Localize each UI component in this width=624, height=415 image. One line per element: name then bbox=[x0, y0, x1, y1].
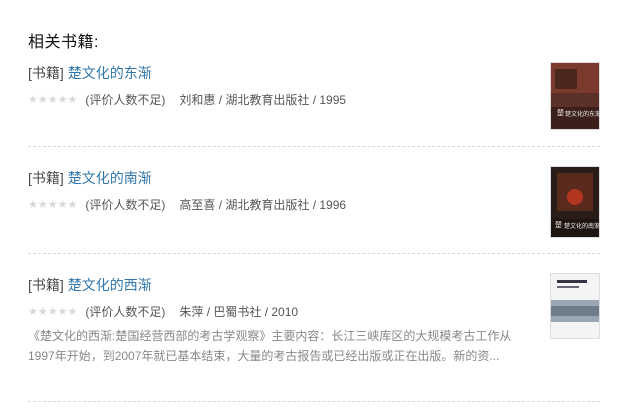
book-title-line: [书籍] 楚文化的南渐 bbox=[28, 169, 600, 187]
book-meta: ★ ★ ★ ★ ★ (评价人数不足) 高至喜 / 湖北教育出版社 / 1996 bbox=[28, 197, 600, 213]
divider bbox=[28, 253, 600, 254]
book-tag: [书籍] bbox=[28, 277, 64, 293]
book-cover-image[interactable] bbox=[550, 273, 600, 339]
book-cover-image[interactable]: 楚 楚文化的东渐 bbox=[550, 62, 600, 130]
book-item: [书籍] 楚文化的西渐 ★ ★ ★ ★ ★ (评价人数不足) 朱萍 / 巴蜀书社 / 20… bbox=[28, 276, 600, 366]
star-icon: ★ bbox=[67, 94, 78, 106]
rating-stars: ★ ★ ★ ★ ★ bbox=[28, 199, 77, 211]
divider bbox=[28, 146, 600, 147]
cover-art bbox=[551, 274, 599, 338]
book-item: [书籍] 楚文化的东渐 ★ ★ ★ ★ ★ (评价人数不足) 刘和惠 / 湖北教育出版社 … bbox=[28, 64, 600, 108]
star-icon: ★ bbox=[37, 306, 48, 318]
book-title-link[interactable]: 楚文化的南渐 bbox=[68, 170, 152, 186]
book-cover-image[interactable]: 楚 楚文化的南渐 bbox=[550, 166, 600, 238]
book-title-link[interactable]: 楚文化的东渐 bbox=[68, 65, 152, 81]
book-abstract: 《楚文化的西渐:楚国经营西部的考古学观察》主要内容：长江三峡库区的大规模考古工作… bbox=[28, 329, 512, 363]
star-icon: ★ bbox=[67, 306, 78, 318]
star-icon: ★ bbox=[57, 94, 68, 106]
star-icon: ★ bbox=[28, 306, 38, 318]
book-tag: [书籍] bbox=[28, 65, 64, 81]
divider bbox=[28, 401, 600, 402]
star-icon: ★ bbox=[67, 199, 78, 211]
book-item: [书籍] 楚文化的南渐 ★ ★ ★ ★ ★ (评价人数不足) 高至喜 / 湖北教育出版社 … bbox=[28, 169, 600, 213]
book-meta: ★ ★ ★ ★ ★ (评价人数不足) 朱萍 / 巴蜀书社 / 2010 bbox=[28, 304, 600, 320]
cover-art: 楚 bbox=[551, 63, 599, 129]
rating-note: (评价人数不足) bbox=[85, 198, 166, 212]
cover-title: 楚文化的东渐 bbox=[565, 111, 600, 118]
star-icon: ★ bbox=[28, 94, 38, 106]
star-icon: ★ bbox=[37, 94, 48, 106]
rating-stars: ★ ★ ★ ★ ★ bbox=[28, 306, 77, 318]
section-title: 相关书籍: bbox=[28, 34, 99, 51]
book-title-link[interactable]: 楚文化的西渐 bbox=[68, 277, 152, 293]
book-title-line: [书籍] 楚文化的西渐 bbox=[28, 276, 600, 294]
rating-note: (评价人数不足) bbox=[85, 305, 166, 319]
book-tag: [书籍] bbox=[28, 170, 64, 186]
star-icon: ★ bbox=[47, 94, 58, 106]
star-icon: ★ bbox=[57, 199, 68, 211]
rating-note: (评价人数不足) bbox=[85, 93, 166, 107]
cover-title: 楚文化的南渐 bbox=[564, 223, 600, 230]
svg-text:楚: 楚 bbox=[555, 220, 562, 229]
star-icon: ★ bbox=[37, 199, 48, 211]
star-icon: ★ bbox=[47, 199, 58, 211]
book-info: 高至喜 / 湖北教育出版社 / 1996 bbox=[179, 198, 347, 212]
rating-stars: ★ ★ ★ ★ ★ bbox=[28, 94, 77, 106]
book-info: 朱萍 / 巴蜀书社 / 2010 bbox=[179, 305, 299, 319]
star-icon: ★ bbox=[28, 199, 38, 211]
book-title-line: [书籍] 楚文化的东渐 bbox=[28, 64, 600, 82]
star-icon: ★ bbox=[57, 306, 68, 318]
book-meta: ★ ★ ★ ★ ★ (评价人数不足) 刘和惠 / 湖北教育出版社 / 1995 bbox=[28, 92, 600, 108]
svg-text:楚: 楚 bbox=[557, 108, 564, 117]
related-books-section: 相关书籍: [书籍] 楚文化的东渐 ★ ★ ★ ★ ★ (评价人数不足) 刘和惠 / 湖北… bbox=[0, 0, 624, 415]
star-icon: ★ bbox=[47, 306, 58, 318]
book-info: 刘和惠 / 湖北教育出版社 / 1995 bbox=[179, 93, 347, 107]
